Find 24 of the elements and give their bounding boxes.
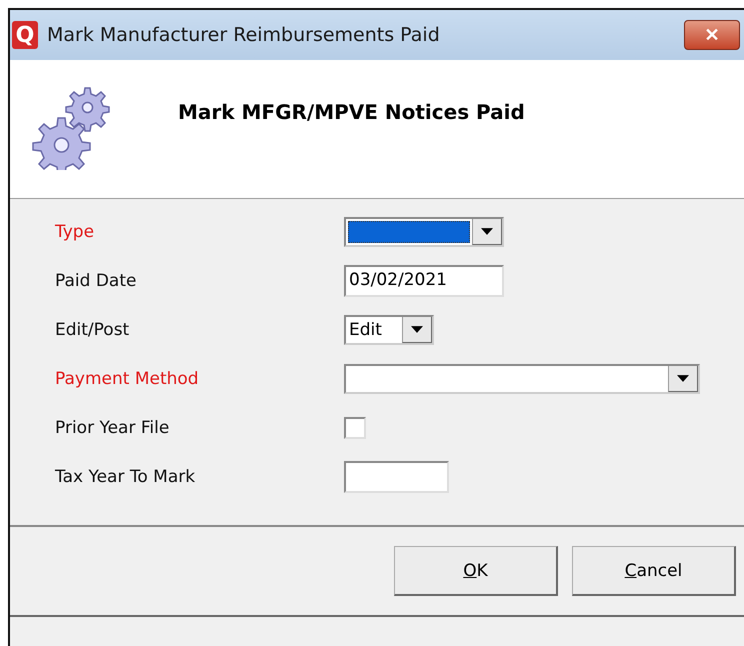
- caret-icon: [481, 228, 493, 235]
- field-label: Payment Method: [55, 369, 200, 389]
- dialog-button[interactable]: Cancel: [572, 546, 736, 596]
- input-field[interactable]: [344, 461, 449, 493]
- field-label: Paid Date: [55, 271, 138, 291]
- app-icon: Q: [12, 21, 38, 49]
- field-label: Type: [55, 222, 96, 242]
- dropdown-arrow-button[interactable]: [402, 317, 432, 343]
- caret-icon: [677, 375, 689, 382]
- dropdown-field[interactable]: [344, 364, 700, 394]
- dropdown-arrow-button[interactable]: [668, 366, 698, 392]
- dialog-button[interactable]: OK: [394, 546, 558, 596]
- caret-icon: [411, 326, 423, 333]
- field-label: Tax Year To Mark: [55, 467, 196, 487]
- dropdown-arrow-button[interactable]: [472, 219, 502, 245]
- window-title: Mark Manufacturer Reimbursements Paid: [47, 24, 440, 46]
- dropdown-field[interactable]: [344, 217, 504, 247]
- checkbox[interactable]: [344, 417, 366, 439]
- field-label: Prior Year File: [55, 418, 170, 438]
- input-field[interactable]: 03/02/2021: [344, 265, 504, 297]
- dropdown-field[interactable]: Edit: [344, 315, 434, 345]
- dialog-heading: Mark MFGR/MPVE Notices Paid: [178, 100, 525, 124]
- dropdown-value: Edit: [348, 319, 383, 342]
- field-label: Edit/Post: [55, 320, 130, 340]
